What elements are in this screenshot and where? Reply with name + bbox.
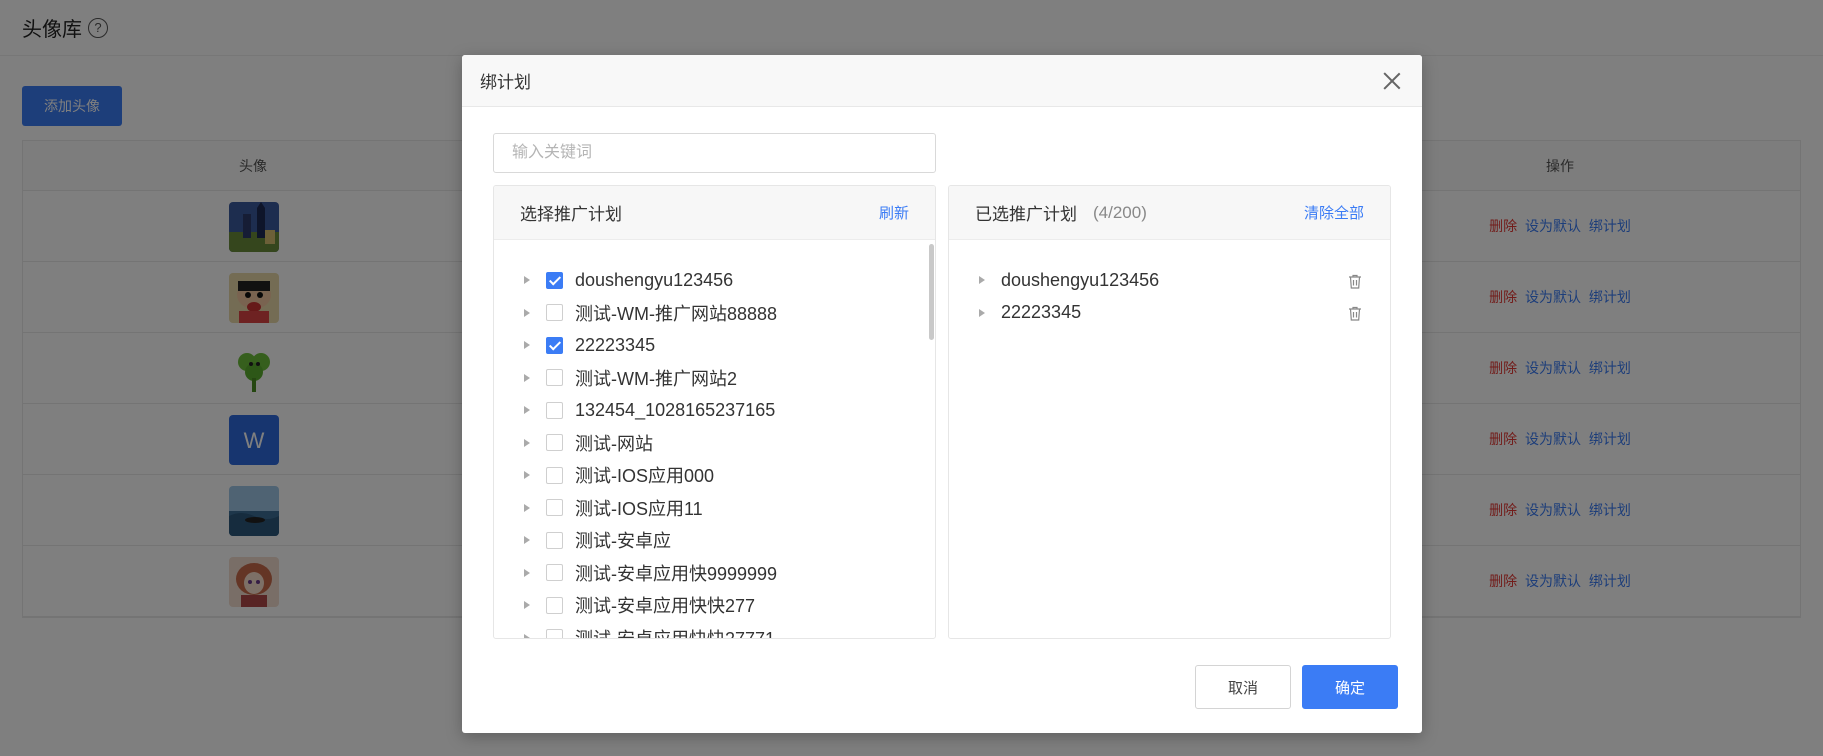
- caret-right-icon[interactable]: [524, 471, 530, 480]
- tree-node[interactable]: doushengyu123456: [494, 264, 935, 297]
- search-input[interactable]: [493, 133, 936, 173]
- tree-node-label: doushengyu123456: [575, 269, 734, 290]
- selected-item-label: doushengyu123456: [1001, 269, 1160, 290]
- tree-node-label: 测试-网站: [575, 433, 653, 454]
- checkbox[interactable]: [546, 466, 563, 484]
- selected-item: 22223345: [949, 297, 1390, 330]
- dialog-title: 绑计划: [480, 73, 531, 92]
- caret-right-icon[interactable]: [524, 406, 530, 415]
- tree-node[interactable]: 132454_1028165237165: [494, 394, 935, 427]
- selected-count: (4/200): [1093, 202, 1147, 222]
- tree-node[interactable]: 测试-WM-推广网站88888: [494, 297, 935, 330]
- bind-plan-dialog: 绑计划 选择推广计划 刷新 doushengyu123456 测试-WM-推广网…: [462, 55, 1422, 733]
- caret-right-icon[interactable]: [524, 373, 530, 382]
- confirm-button[interactable]: 确定: [1302, 665, 1398, 709]
- tree-node-label: 测试-IOS应用000: [575, 466, 715, 487]
- selected-item: doushengyu123456: [949, 264, 1390, 297]
- tree-node-label: 测试-安卓应用快快27771: [575, 625, 775, 638]
- tree-node[interactable]: 测试-WM-推广网站2: [494, 362, 935, 395]
- caret-right-icon[interactable]: [524, 601, 530, 610]
- panel-header: 已选推广计划 (4/200) 清除全部: [949, 186, 1390, 240]
- close-icon[interactable]: [1380, 69, 1404, 93]
- tree-node-label: 测试-IOS应用11: [575, 498, 703, 519]
- tree-node[interactable]: 测试-网站: [494, 427, 935, 460]
- cancel-button[interactable]: 取消: [1195, 665, 1291, 709]
- plan-select-panel: 选择推广计划 刷新 doushengyu123456 测试-WM-推广网站888…: [493, 185, 936, 639]
- caret-right-icon[interactable]: [524, 341, 530, 350]
- selected-plan-panel: 已选推广计划 (4/200) 清除全部 doushengyu123456 222…: [948, 185, 1391, 639]
- checkbox[interactable]: [546, 401, 563, 419]
- checkbox[interactable]: [546, 596, 563, 614]
- tree-node-label: 22223345: [575, 334, 656, 355]
- checkbox[interactable]: [546, 564, 563, 582]
- trash-icon[interactable]: [1348, 273, 1362, 289]
- checkbox[interactable]: [546, 271, 563, 289]
- tree-node-label: 测试-安卓应用快快277: [575, 596, 756, 617]
- tree-node[interactable]: 测试-安卓应用快快277: [494, 589, 935, 622]
- panel-title: 已选推广计划: [975, 205, 1077, 224]
- plan-tree: doushengyu123456 测试-WM-推广网站88888 2222334…: [494, 240, 935, 638]
- trash-icon[interactable]: [1348, 305, 1362, 321]
- checkbox[interactable]: [546, 499, 563, 517]
- tree-node[interactable]: 22223345: [494, 329, 935, 362]
- checkbox[interactable]: [546, 336, 563, 354]
- tree-node[interactable]: 测试-安卓应用快9999999: [494, 557, 935, 590]
- tree-node-label: 测试-安卓应: [575, 531, 671, 552]
- caret-right-icon[interactable]: [524, 568, 530, 577]
- caret-right-icon[interactable]: [524, 633, 530, 638]
- caret-right-icon[interactable]: [979, 276, 985, 285]
- refresh-link[interactable]: 刷新: [879, 202, 909, 223]
- panel-title: 选择推广计划: [520, 205, 622, 224]
- caret-right-icon[interactable]: [524, 308, 530, 317]
- checkbox[interactable]: [546, 304, 563, 322]
- tree-node-label: 测试-安卓应用快9999999: [575, 563, 778, 584]
- clear-all-link[interactable]: 清除全部: [1304, 202, 1364, 223]
- scrollbar[interactable]: [927, 240, 935, 638]
- tree-node[interactable]: 测试-安卓应用快快27771: [494, 622, 935, 638]
- scrollbar-thumb[interactable]: [929, 244, 934, 340]
- checkbox[interactable]: [546, 369, 563, 387]
- checkbox[interactable]: [546, 629, 563, 638]
- panel-header: 选择推广计划 刷新: [494, 186, 935, 240]
- tree-node-label: 测试-WM-推广网站88888: [575, 303, 778, 324]
- dialog-header: 绑计划: [462, 55, 1422, 107]
- caret-right-icon[interactable]: [524, 503, 530, 512]
- tree-node[interactable]: 测试-IOS应用000: [494, 459, 935, 492]
- tree-node-label: 132454_1028165237165: [575, 399, 776, 420]
- tree-node-label: 测试-WM-推广网站2: [575, 368, 737, 389]
- checkbox[interactable]: [546, 434, 563, 452]
- tree-node[interactable]: 测试-IOS应用11: [494, 492, 935, 525]
- caret-right-icon[interactable]: [524, 536, 530, 545]
- caret-right-icon[interactable]: [979, 308, 985, 317]
- caret-right-icon[interactable]: [524, 276, 530, 285]
- tree-node[interactable]: 测试-安卓应: [494, 524, 935, 557]
- selected-list: doushengyu123456 22223345: [949, 240, 1390, 638]
- checkbox[interactable]: [546, 531, 563, 549]
- caret-right-icon[interactable]: [524, 438, 530, 447]
- selected-item-label: 22223345: [1001, 302, 1082, 323]
